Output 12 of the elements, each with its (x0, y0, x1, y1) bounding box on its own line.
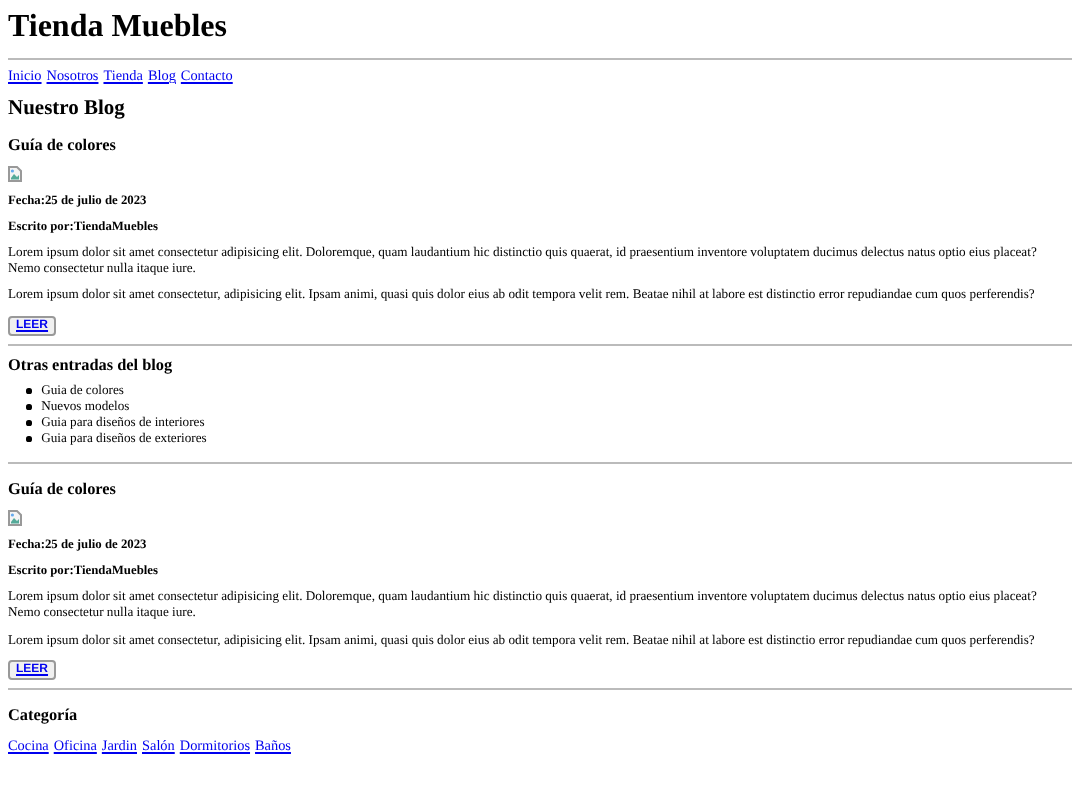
site-title: Tienda Muebles (8, 10, 229, 46)
broken-image-icon (8, 510, 22, 527)
category-heading: Categoría (8, 706, 80, 725)
bullet-icon (26, 388, 32, 395)
post-title: Guía de colores (8, 136, 118, 154)
bullet-icon (26, 404, 32, 410)
section-heading: Nuestro Blog (8, 98, 127, 120)
bullet-icon (26, 420, 32, 426)
broken-image-icon (8, 166, 22, 182)
bullet-icon (26, 436, 32, 442)
list-heading: Otras entradas del blog (8, 355, 175, 374)
post-title: Guía de colores (8, 480, 118, 499)
